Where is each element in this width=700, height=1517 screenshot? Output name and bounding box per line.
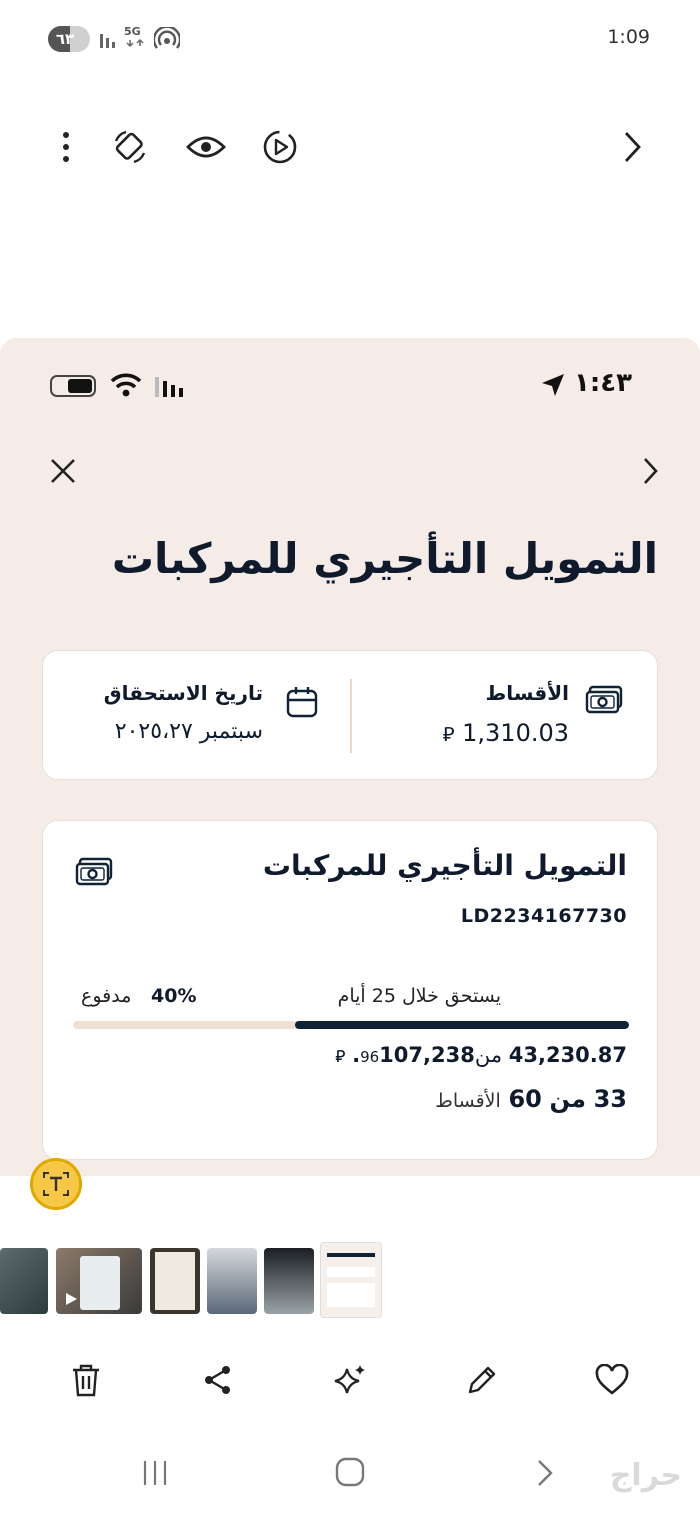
financing-detail-card[interactable]: التمويل التأجيري للمركبات LD2234167730 ي…	[42, 820, 658, 1160]
motion-photo-icon[interactable]	[256, 120, 304, 174]
heart-icon[interactable]	[590, 1358, 634, 1402]
calendar-icon	[286, 687, 318, 718]
installments-count: 33 من 60 الأقساط	[435, 1085, 627, 1113]
card-title: التمويل التأجيري للمركبات	[262, 849, 627, 882]
amounts-line: 43,230.87 من96107,238. ⃁	[335, 1043, 627, 1067]
rotate-icon[interactable]	[106, 120, 154, 174]
trash-icon[interactable]	[64, 1358, 108, 1402]
payment-progress-bar	[73, 1021, 629, 1029]
signal-icon	[100, 34, 115, 48]
paid-percent: 40%	[151, 985, 197, 1007]
thumbnail[interactable]	[0, 1248, 48, 1314]
due-date-label: تاريخ الاستحقاق	[103, 681, 263, 705]
text-extract-button[interactable]	[30, 1158, 82, 1210]
thumbnail[interactable]	[56, 1248, 142, 1314]
hotspot-icon	[154, 27, 180, 49]
page-title: التمويل التأجيري للمركبات	[111, 534, 658, 583]
watermark: حراج	[609, 1458, 682, 1493]
thumbnail[interactable]	[264, 1248, 314, 1314]
chevron-right-icon[interactable]	[640, 456, 660, 486]
paid-label: مدفوع	[81, 985, 132, 1007]
thumbnail-selected[interactable]	[320, 1242, 382, 1318]
thumbnail[interactable]	[207, 1248, 257, 1314]
chevron-right-icon[interactable]	[608, 120, 656, 174]
summary-card: الأقساط 1,310.03 ⃁ تاريخ الاستحقاق سبتمب…	[42, 650, 658, 780]
banknote-icon	[75, 857, 113, 886]
pencil-icon[interactable]	[460, 1358, 504, 1402]
system-navigation-bar	[0, 1440, 700, 1510]
thumbnail[interactable]	[150, 1248, 200, 1314]
due-in-text: يستحق خلال 25 أيام	[337, 985, 501, 1007]
thumbnail-strip	[0, 1242, 700, 1318]
share-icon[interactable]	[196, 1358, 240, 1402]
viewer-toolbar	[0, 120, 700, 180]
play-icon	[66, 1293, 77, 1305]
close-icon[interactable]	[46, 454, 80, 488]
card-divider	[350, 679, 352, 753]
due-date-value: سبتمبر ٢٠٢٥،٢٧	[114, 719, 263, 744]
recent-apps-icon[interactable]	[140, 1458, 170, 1488]
battery-indicator: ٦٣	[48, 26, 90, 52]
payment-progress-fill	[295, 1021, 629, 1029]
contract-reference: LD2234167730	[460, 905, 627, 927]
installments-label: الأقساط	[485, 681, 569, 705]
home-icon[interactable]	[334, 1456, 366, 1488]
more-vertical-icon[interactable]	[42, 120, 90, 174]
cell-signal-icon	[155, 377, 183, 397]
network-type: 5G	[124, 25, 141, 38]
installments-value: 1,310.03 ⃁	[442, 719, 569, 747]
eye-icon[interactable]	[182, 120, 230, 174]
location-arrow-icon	[542, 374, 564, 396]
data-arrows-icon	[126, 38, 144, 48]
wifi-icon	[110, 373, 142, 397]
text-scan-icon	[43, 1172, 69, 1196]
back-icon[interactable]	[534, 1458, 556, 1488]
phone-status-bar: ٦٣ 5G 1:09	[0, 0, 700, 80]
displayed-screenshot: ١:٤٣ التمويل التأجيري للمركبات الأقساط 1…	[0, 338, 700, 1176]
sparkle-icon[interactable]	[328, 1358, 372, 1402]
viewer-actions	[0, 1350, 700, 1410]
banknote-icon	[585, 685, 623, 714]
inner-battery-icon	[50, 375, 96, 397]
status-time: 1:09	[607, 26, 650, 48]
inner-status-time: ١:٤٣	[573, 368, 632, 398]
